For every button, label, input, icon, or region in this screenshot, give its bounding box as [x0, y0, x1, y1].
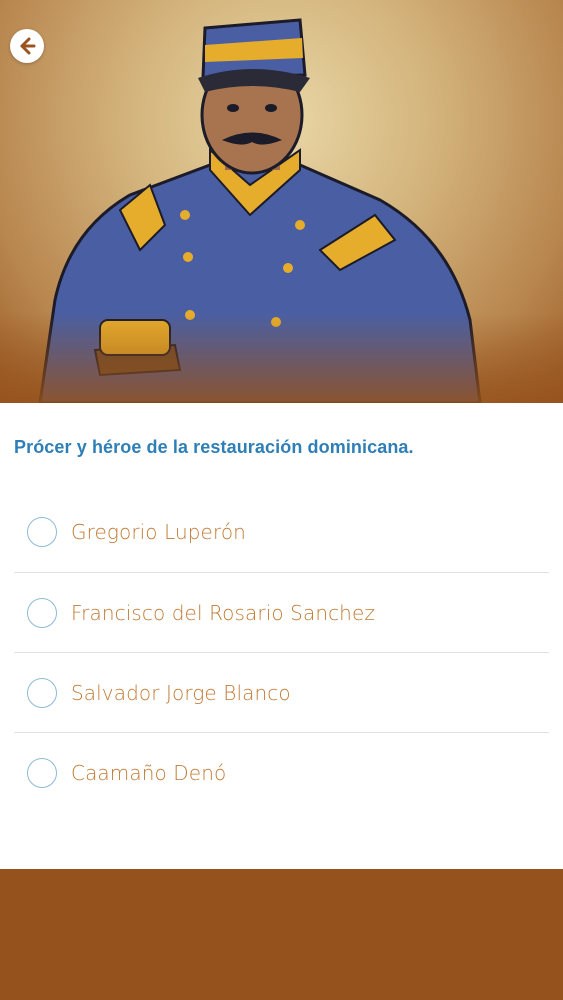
radio-button[interactable]: [27, 597, 57, 628]
radio-button[interactable]: [27, 677, 57, 708]
answer-options: Gregorio Luperón Francisco del Rosario S…: [14, 491, 549, 813]
hero-fade: [0, 313, 563, 403]
answer-label: Gregorio Luperón: [71, 519, 246, 544]
footer-bar: [0, 869, 563, 1000]
arrow-left-circle-icon: [20, 37, 36, 55]
hero-banner: [0, 0, 563, 403]
answer-label: Caamaño Denó: [71, 761, 227, 785]
radio-button[interactable]: [27, 758, 57, 788]
answer-option-3[interactable]: Salvador Jorge Blanco: [14, 653, 549, 733]
answer-option-4[interactable]: Caamaño Denó: [14, 733, 549, 813]
answer-option-1[interactable]: Gregorio Luperón: [14, 491, 549, 573]
quiz-panel: Prócer y héroe de la restauración domini…: [0, 403, 563, 869]
answer-label: Francisco del Rosario Sanchez: [71, 600, 375, 625]
answer-label: Salvador Jorge Blanco: [71, 680, 291, 705]
back-button[interactable]: [10, 29, 44, 63]
radio-button[interactable]: [27, 516, 57, 547]
question-text: Prócer y héroe de la restauración domini…: [14, 437, 414, 457]
answer-option-2[interactable]: Francisco del Rosario Sanchez: [14, 573, 549, 653]
